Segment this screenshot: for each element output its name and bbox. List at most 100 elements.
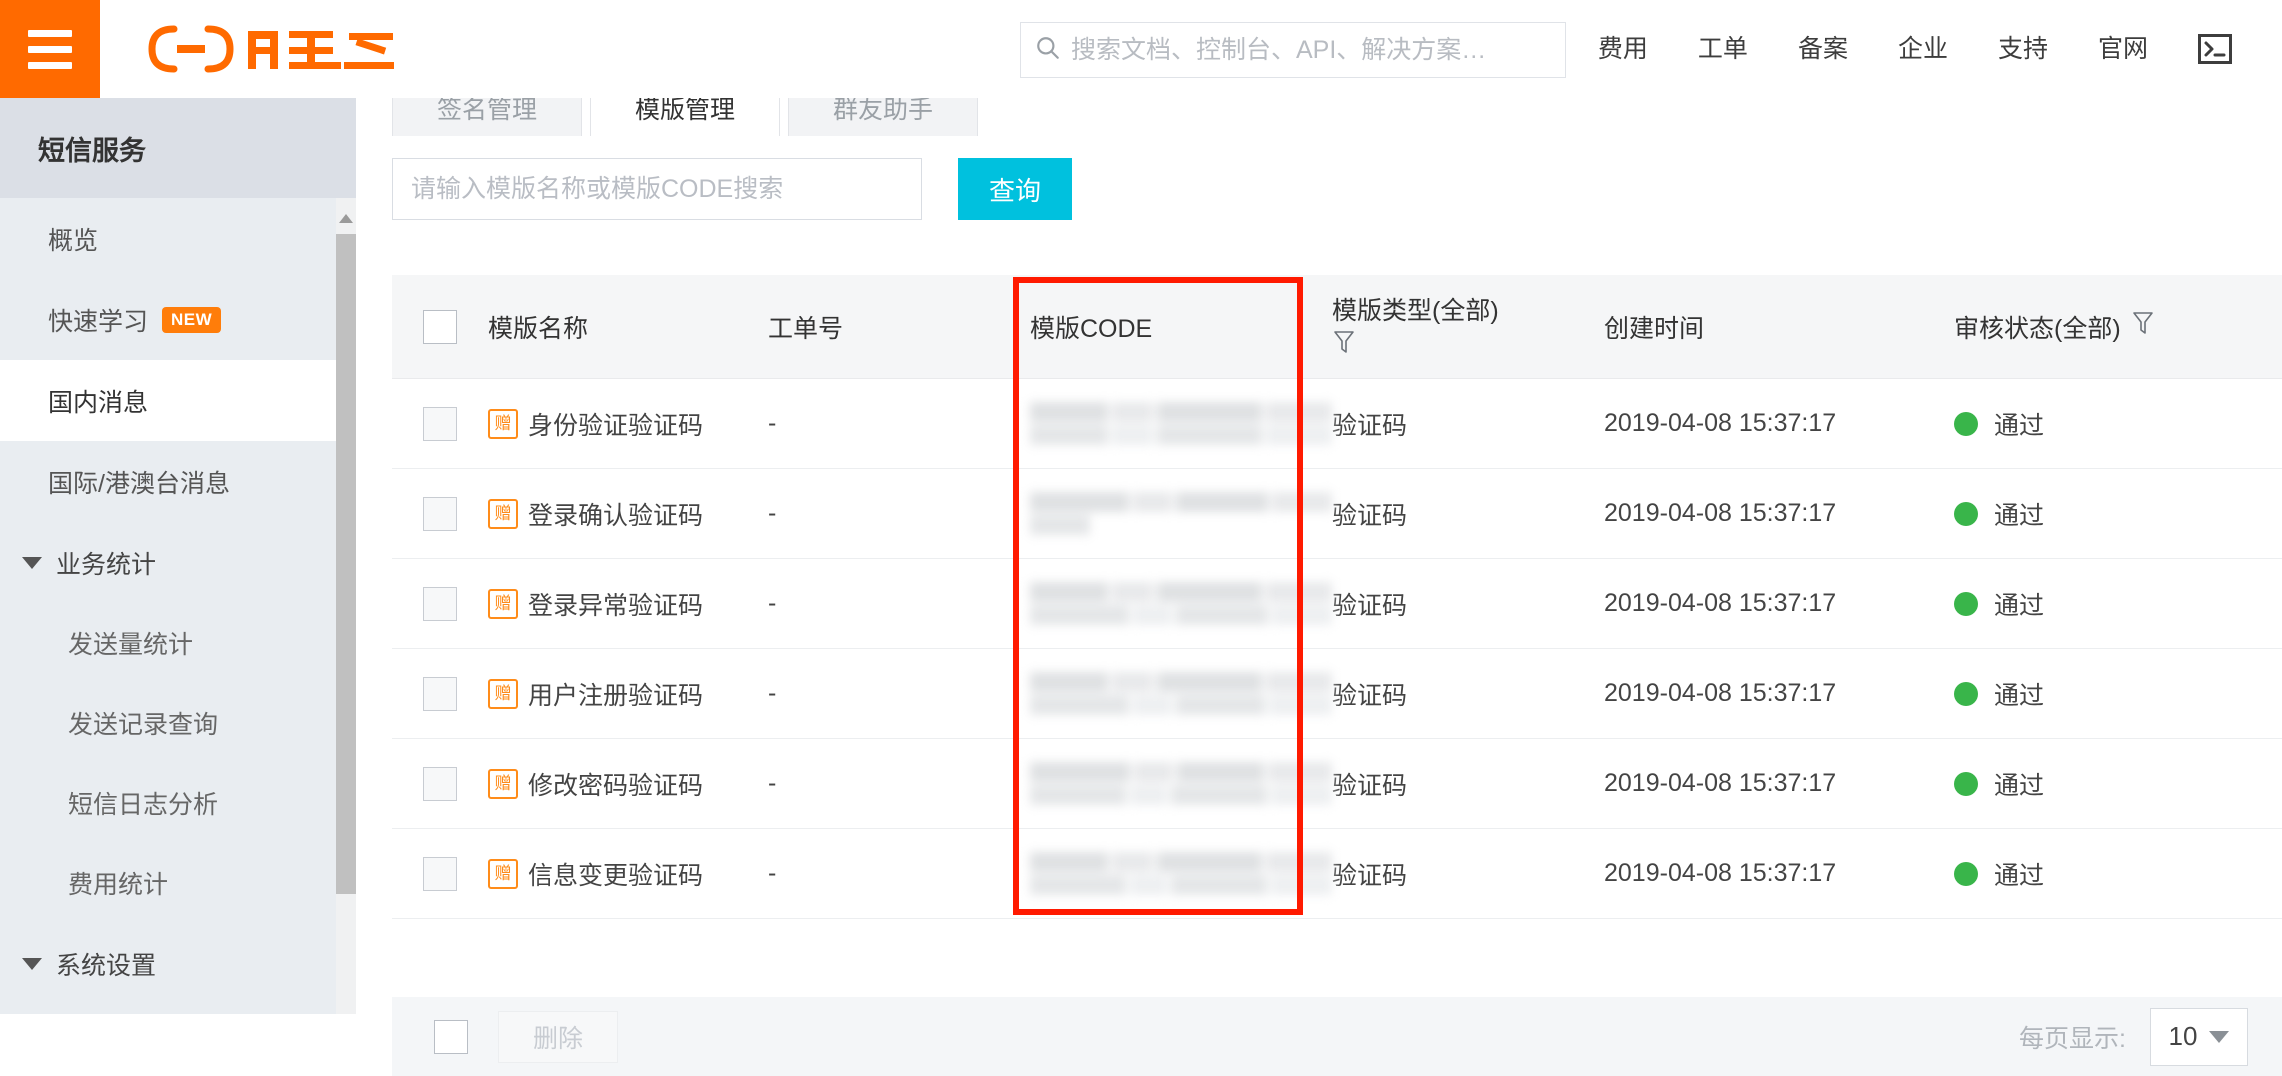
redacted-code-value [1030, 852, 1332, 895]
table-footer: 删除 每页显示: 10 [392, 997, 2282, 1076]
row-checkbox[interactable] [423, 497, 457, 531]
status-dot-icon [1954, 862, 1978, 886]
row-checkbox[interactable] [423, 587, 457, 621]
search-input[interactable] [1071, 23, 1551, 77]
status-dot-icon [1954, 502, 1978, 526]
sidebar-item-send-volume-stats[interactable]: 发送量统计 [0, 603, 356, 683]
cell-template-code [1030, 402, 1332, 445]
nav-item-icp[interactable]: 备案 [1773, 0, 1873, 98]
sidebar-item-domestic-sms[interactable]: 国内消息 [0, 360, 356, 441]
hamburger-icon[interactable] [0, 0, 100, 98]
global-search[interactable] [1020, 22, 1566, 78]
column-header-ticket-no[interactable]: 工单号 [768, 309, 1030, 345]
row-checkbox[interactable] [423, 857, 457, 891]
funnel-icon[interactable] [2131, 310, 2155, 343]
cell-template-type: 验证码 [1332, 856, 1604, 892]
cell-template-name: 赠身份验证验证码 [488, 406, 768, 442]
gift-badge-icon: 赠 [488, 499, 518, 529]
query-button[interactable]: 查询 [958, 158, 1072, 220]
row-select-cell [392, 407, 488, 441]
template-name-text: 用户注册验证码 [528, 676, 703, 712]
delete-button[interactable]: 删除 [498, 1011, 618, 1063]
redacted-code-value [1030, 762, 1332, 805]
cell-template-type: 验证码 [1332, 586, 1604, 622]
nav-item-tickets[interactable]: 工单 [1673, 0, 1773, 98]
row-checkbox[interactable] [423, 767, 457, 801]
gift-badge-icon: 赠 [488, 589, 518, 619]
cell-template-name: 赠登录异常验证码 [488, 586, 768, 622]
nav-item-enterprise[interactable]: 企业 [1873, 0, 1973, 98]
row-checkbox[interactable] [423, 677, 457, 711]
table-row[interactable]: 赠身份验证验证码-验证码2019-04-08 15:37:17通过 [392, 379, 2282, 469]
column-header-audit-status[interactable]: 审核状态(全部) [1954, 309, 2274, 345]
sidebar: 短信服务 概览 快速学习 NEW 国内消息 国际/港澳台消息 业务统计 发送量统… [0, 98, 356, 1014]
sidebar-item-fee-stats[interactable]: 费用统计 [0, 843, 356, 923]
row-select-cell [392, 857, 488, 891]
column-header-label: 审核状态(全部) [1954, 309, 2121, 345]
column-header-created-time[interactable]: 创建时间 [1604, 309, 1954, 345]
sidebar-scroll-area: 概览 快速学习 NEW 国内消息 国际/港澳台消息 业务统计 发送量统计 发送记… [0, 198, 356, 1014]
templates-table: 模版名称 工单号 模版CODE 模版类型(全部) 创建时间 审核状态(全部) [392, 275, 2282, 919]
cell-ticket-no: - [768, 409, 1030, 438]
pagination-controls: 每页显示: 10 [2019, 1008, 2282, 1066]
status-dot-icon [1954, 772, 1978, 796]
sidebar-item-sms-log-analysis[interactable]: 短信日志分析 [0, 763, 356, 843]
table-row[interactable]: 赠用户注册验证码-验证码2019-04-08 15:37:17通过 [392, 649, 2282, 739]
status-dot-icon [1954, 682, 1978, 706]
sidebar-item-international-sms[interactable]: 国际/港澳台消息 [0, 441, 356, 522]
sidebar-item-label: 国内消息 [48, 383, 148, 419]
cell-template-name: 赠用户注册验证码 [488, 676, 768, 712]
cell-created-time: 2019-04-08 15:37:17 [1604, 769, 1954, 798]
page-size-select[interactable]: 10 [2150, 1008, 2248, 1066]
sidebar-subitem-label: 短信日志分析 [68, 785, 218, 821]
chevron-down-icon [2209, 1031, 2229, 1043]
template-search-input[interactable] [392, 158, 922, 220]
status-text: 通过 [1994, 586, 2044, 622]
nav-item-fees[interactable]: 费用 [1573, 0, 1673, 98]
row-select-cell [392, 767, 488, 801]
footer-select-all-checkbox[interactable] [434, 1020, 468, 1054]
sidebar-scrollbar[interactable] [336, 198, 356, 1014]
scrollbar-thumb[interactable] [336, 234, 356, 894]
nav-item-website[interactable]: 官网 [2073, 0, 2173, 98]
page-size-value: 10 [2169, 1021, 2198, 1052]
select-all-checkbox[interactable] [423, 310, 457, 344]
sidebar-item-label: 快速学习 [48, 302, 148, 338]
cell-ticket-no: - [768, 589, 1030, 618]
sidebar-group-system-settings[interactable]: 系统设置 [0, 923, 356, 1004]
funnel-icon[interactable] [1332, 329, 1356, 362]
column-header-template-code[interactable]: 模版CODE [1030, 309, 1332, 345]
select-all-cell [392, 310, 488, 344]
cell-audit-status: 通过 [1954, 766, 2274, 802]
template-name-text: 登录异常验证码 [528, 586, 703, 622]
terminal-icon[interactable] [2173, 34, 2256, 64]
nav-item-support[interactable]: 支持 [1973, 0, 2073, 98]
table-row[interactable]: 赠修改密码验证码-验证码2019-04-08 15:37:17通过 [392, 739, 2282, 829]
page-size-label: 每页显示: [2019, 1019, 2126, 1055]
table-row[interactable]: 赠登录确认验证码-验证码2019-04-08 15:37:17通过 [392, 469, 2282, 559]
redacted-code-value [1030, 672, 1332, 715]
column-header-label: 模版类型(全部) [1332, 291, 1499, 327]
sidebar-item-label: 概览 [48, 221, 98, 257]
column-header-template-name[interactable]: 模版名称 [488, 309, 768, 345]
cell-ticket-no: - [768, 769, 1030, 798]
sidebar-group-business-stats[interactable]: 业务统计 [0, 522, 356, 603]
column-header-template-type[interactable]: 模版类型(全部) [1332, 291, 1604, 362]
sidebar-item-send-record-query[interactable]: 发送记录查询 [0, 683, 356, 763]
scroll-up-arrow-icon[interactable] [339, 214, 353, 223]
cell-template-code [1030, 672, 1332, 715]
cell-template-type: 验证码 [1332, 766, 1604, 802]
cell-audit-status: 通过 [1954, 586, 2274, 622]
sidebar-item-overview[interactable]: 概览 [0, 198, 356, 279]
table-row[interactable]: 赠信息变更验证码-验证码2019-04-08 15:37:17通过 [392, 829, 2282, 919]
table-row[interactable]: 赠登录异常验证码-验证码2019-04-08 15:37:17通过 [392, 559, 2282, 649]
cell-created-time: 2019-04-08 15:37:17 [1604, 409, 1954, 438]
cell-ticket-no: - [768, 679, 1030, 708]
gift-badge-icon: 赠 [488, 679, 518, 709]
status-text: 通过 [1994, 766, 2044, 802]
alibaba-cloud-logo[interactable] [144, 23, 394, 75]
cell-template-type: 验证码 [1332, 496, 1604, 532]
row-checkbox[interactable] [423, 407, 457, 441]
sidebar-item-quick-learn[interactable]: 快速学习 NEW [0, 279, 356, 360]
status-dot-icon [1954, 592, 1978, 616]
